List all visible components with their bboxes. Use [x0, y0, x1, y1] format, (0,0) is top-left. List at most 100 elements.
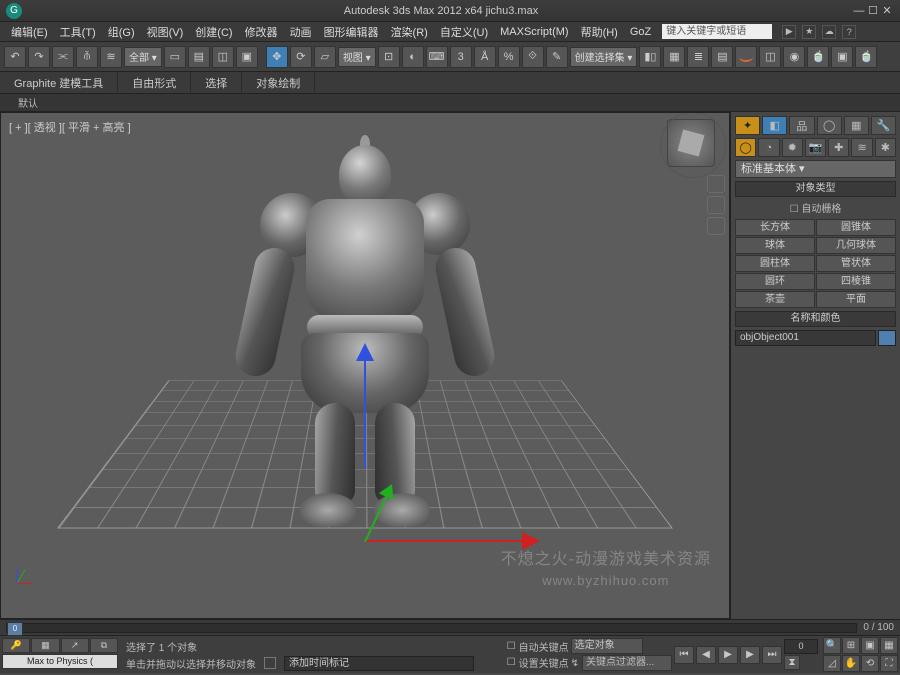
menu-group[interactable]: 组(G) [103, 22, 140, 42]
exchange-icon[interactable]: ☁ [822, 25, 836, 39]
zoom-extents-all-button[interactable]: ▦ [880, 637, 898, 654]
graphite-toggle-button[interactable]: ▤ [711, 46, 733, 68]
autokey-toggle[interactable]: ☐自动关键点 [507, 639, 569, 654]
cat-geometry-icon[interactable]: ◯ [735, 138, 756, 157]
select-by-name-button[interactable]: ▤ [188, 46, 210, 68]
angle-snap-button[interactable]: Å [474, 46, 496, 68]
key-tangent-icon[interactable]: ↗ [61, 638, 89, 653]
selection-lock-icon[interactable] [264, 657, 276, 669]
window-crossing-button[interactable]: ▣ [236, 46, 258, 68]
setkey-toggle[interactable]: ☐设置关键点 [507, 655, 569, 670]
select-scale-button[interactable]: ▱ [314, 46, 336, 68]
next-frame-button[interactable]: ▶ [740, 646, 760, 664]
max-toggle-button[interactable]: ⛶ [880, 655, 898, 672]
tab-utilities-icon[interactable]: 🔧 [871, 116, 896, 135]
btn-plane[interactable]: 平面 [816, 291, 896, 308]
cat-lights-icon[interactable]: ✹ [782, 138, 803, 157]
cat-systems-icon[interactable]: ✱ [875, 138, 896, 157]
zoom-button[interactable]: 🔍 [823, 637, 841, 654]
rollout-name-color[interactable]: 名称和颜色 [735, 311, 896, 327]
orbit-icon[interactable] [707, 217, 725, 235]
schematic-view-button[interactable]: ◫ [759, 46, 781, 68]
manipulate-button[interactable]: ◐ [402, 46, 424, 68]
ribbon-tab-modeling[interactable]: Graphite 建模工具 [0, 72, 118, 94]
key-nav-icon[interactable]: ↯ [571, 658, 579, 669]
undo-button[interactable]: ↶ [4, 46, 26, 68]
menu-customize[interactable]: 自定义(U) [435, 22, 493, 42]
btn-cylinder[interactable]: 圆柱体 [735, 255, 815, 272]
rollout-object-type[interactable]: 对象类型 [735, 181, 896, 197]
btn-box[interactable]: 长方体 [735, 219, 815, 236]
mirror-button[interactable]: ▮▯ [639, 46, 661, 68]
move-gizmo-x-axis[interactable] [365, 540, 535, 542]
tab-modify-icon[interactable]: ◧ [762, 116, 787, 135]
keyboard-shortcut-button[interactable]: ⌨ [426, 46, 448, 68]
menu-grapheditors[interactable]: 图形编辑器 [319, 22, 384, 42]
time-slider-thumb[interactable]: 0 [7, 622, 23, 636]
btn-tube[interactable]: 管状体 [816, 255, 896, 272]
selection-filter-dropdown[interactable]: 全部 ▾ [124, 47, 162, 67]
current-frame-input[interactable]: 0 [784, 639, 818, 654]
spinner-snap-button[interactable]: ⟐ [522, 46, 544, 68]
prev-frame-button[interactable]: ◀ [696, 646, 716, 664]
help-search-input[interactable]: 键入关键字或短语 [662, 24, 772, 39]
menu-edit[interactable]: 编辑(E) [6, 22, 53, 42]
maxscript-mini-listener[interactable]: Max to Physics ( [2, 654, 118, 669]
search-go-icon[interactable]: ▶ [782, 25, 796, 39]
tab-hierarchy-icon[interactable]: 品 [789, 116, 814, 135]
key-filters-icon[interactable]: ⧉ [90, 638, 118, 653]
tab-create-icon[interactable]: ✦ [735, 116, 760, 135]
link-button[interactable]: ⫘ [52, 46, 74, 68]
menu-tools[interactable]: 工具(T) [55, 22, 101, 42]
edit-named-sel-button[interactable]: ✎ [546, 46, 568, 68]
time-slider[interactable]: 0 0 / 100 [0, 619, 900, 635]
redo-button[interactable]: ↷ [28, 46, 50, 68]
btn-sphere[interactable]: 球体 [735, 237, 815, 254]
btn-pyramid[interactable]: 四棱锥 [816, 273, 896, 290]
select-object-button[interactable]: ▭ [164, 46, 186, 68]
render-setup-button[interactable]: 🍵 [807, 46, 829, 68]
layer-manager-button[interactable]: ≣ [687, 46, 709, 68]
primitive-category-dropdown[interactable]: 标准基本体 ▾ [735, 160, 896, 178]
snaps-toggle-button[interactable]: 3 [450, 46, 472, 68]
cat-shapes-icon[interactable]: ◔ [758, 138, 779, 157]
tab-display-icon[interactable]: ▦ [844, 116, 869, 135]
named-sel-dropdown[interactable]: 创建选择集 ▾ [570, 47, 638, 67]
menu-goz[interactable]: GoZ [625, 24, 656, 40]
percent-snap-button[interactable]: % [498, 46, 520, 68]
time-tag-input[interactable]: 添加时间标记 [284, 656, 474, 671]
viewcube[interactable] [667, 119, 715, 167]
cat-helpers-icon[interactable]: ✚ [828, 138, 849, 157]
object-name-input[interactable]: objObject001 [735, 330, 876, 346]
menu-modifiers[interactable]: 修改器 [240, 22, 283, 42]
zoom-extents-button[interactable]: ▣ [861, 637, 879, 654]
align-button[interactable]: ▦ [663, 46, 685, 68]
key-target-dropdown[interactable]: 选定对象 [571, 638, 643, 654]
menu-rendering[interactable]: 渲染(R) [386, 22, 433, 42]
tab-motion-icon[interactable]: ◯ [817, 116, 842, 135]
autogrid-checkbox[interactable]: ☐ 自动栅格 [735, 200, 896, 216]
play-button[interactable]: ▶ [718, 646, 738, 664]
menu-create[interactable]: 创建(C) [190, 22, 237, 42]
btn-cone[interactable]: 圆锥体 [816, 219, 896, 236]
goto-start-button[interactable]: ⏮ [674, 646, 694, 664]
window-controls[interactable]: —☐✕ [852, 4, 894, 17]
btn-teapot[interactable]: 茶壶 [735, 291, 815, 308]
rendered-frame-button[interactable]: ▣ [831, 46, 853, 68]
pan-icon[interactable] [707, 196, 725, 214]
ribbon-tab-selection[interactable]: 选择 [191, 72, 242, 94]
bind-spacewarp-button[interactable]: ≋ [100, 46, 122, 68]
btn-torus[interactable]: 圆环 [735, 273, 815, 290]
btn-geosphere[interactable]: 几何球体 [816, 237, 896, 254]
ref-coord-dropdown[interactable]: 视图 ▾ [338, 47, 376, 67]
curve-editor-button[interactable] [735, 46, 757, 68]
orbit-button[interactable]: ⟲ [861, 655, 879, 672]
material-editor-button[interactable]: ◉ [783, 46, 805, 68]
select-rotate-button[interactable]: ⟳ [290, 46, 312, 68]
zoom-all-button[interactable]: ⊞ [842, 637, 860, 654]
menu-animation[interactable]: 动画 [285, 22, 317, 42]
pan-view-button[interactable]: ✋ [842, 655, 860, 672]
help-icon[interactable]: ? [842, 25, 856, 39]
select-region-button[interactable]: ◫ [212, 46, 234, 68]
menu-maxscript[interactable]: MAXScript(M) [495, 24, 573, 40]
